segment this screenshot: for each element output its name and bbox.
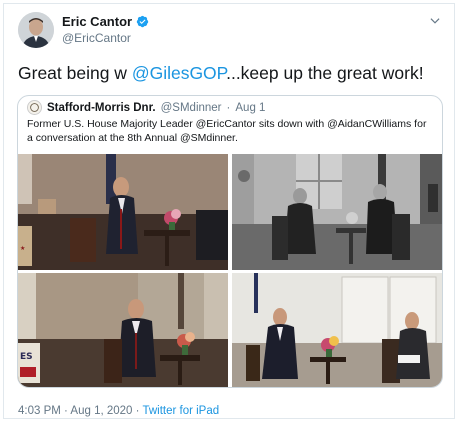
photo-3[interactable]: ES — [18, 273, 228, 387]
tweet-text: Great being w @GilesGOP...keep up the gr… — [18, 62, 448, 84]
quoted-header: Stafford-Morris Dnr. @SMdinner · Aug 1 — [27, 100, 265, 115]
tweet-meta: 4:03 PM · Aug 1, 2020 · Twitter for iPad — [18, 405, 219, 417]
svg-text:★: ★ — [20, 245, 25, 252]
tweet-source-link[interactable]: Twitter for iPad — [142, 405, 219, 417]
quoted-tweet[interactable]: Stafford-Morris Dnr. @SMdinner · Aug 1 F… — [17, 95, 443, 388]
quoted-name: Stafford-Morris Dnr. — [47, 101, 156, 114]
author-block: Eric Cantor @EricCantor — [62, 14, 149, 45]
quoted-handle: @SMdinner — [160, 101, 222, 114]
tweet-text-start: Great being w — [18, 63, 132, 83]
photo-4[interactable] — [232, 273, 442, 387]
quoted-separator: · — [226, 101, 231, 114]
author-avatar[interactable] — [18, 12, 54, 48]
tweet-card: Eric Cantor @EricCantor Great being w @G… — [3, 3, 455, 419]
chevron-down-icon[interactable] — [428, 14, 442, 28]
quoted-date: Aug 1 — [235, 101, 266, 114]
author-name[interactable]: Eric Cantor — [62, 14, 132, 29]
mention-link[interactable]: @GilesGOP — [132, 63, 226, 83]
photo-grid: ★ ES — [18, 154, 442, 387]
photo-2[interactable] — [232, 154, 442, 270]
quoted-text: Former U.S. House Majority Leader @EricC… — [27, 118, 427, 144]
poster-letters: ES — [20, 352, 33, 362]
verified-badge-icon — [136, 15, 149, 28]
tweet-timestamp[interactable]: 4:03 PM · Aug 1, 2020 · — [18, 405, 142, 417]
author-handle[interactable]: @EricCantor — [62, 31, 149, 45]
tweet-text-end: ...keep up the great work! — [226, 63, 424, 83]
quoted-avatar — [27, 100, 42, 115]
photo-1[interactable]: ★ — [18, 154, 228, 270]
